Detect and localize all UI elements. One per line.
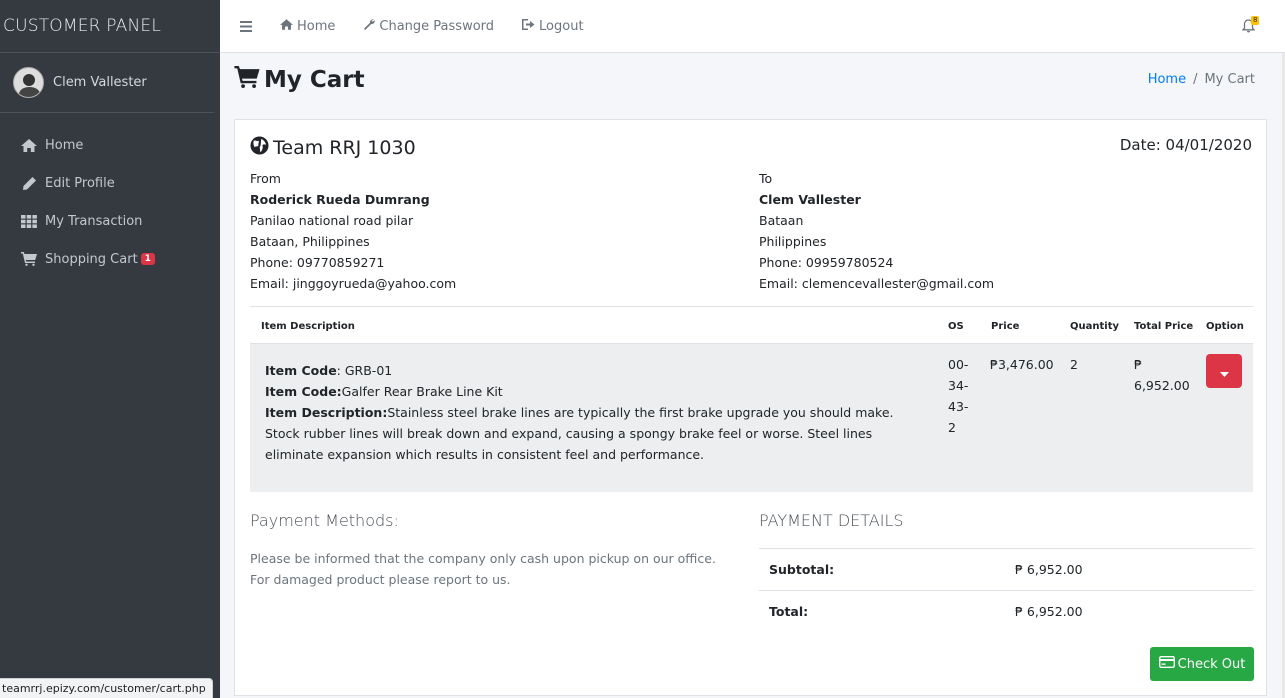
- column-header-os: OS: [948, 321, 964, 332]
- subtotal-label: Subtotal:: [769, 562, 835, 577]
- invoice-card: Team RRJ 1030 Date: 04/01/2020 From Rode…: [234, 119, 1267, 696]
- item-name-value: Galfer Rear Brake Line Kit: [341, 384, 503, 399]
- nav-home-label: Home: [297, 18, 336, 34]
- invoice-date: Date: 04/01/2020: [1119, 136, 1252, 154]
- nav-logout-label: Logout: [539, 18, 584, 34]
- subtotal-row: Subtotal: ₱ 6,952.00: [759, 548, 1253, 590]
- from-address-line1: Panilao national road pilar: [250, 213, 414, 228]
- page-title-text: My Cart: [264, 67, 365, 93]
- to-address: To Clem Vallester Bataan Philippines Pho…: [759, 168, 994, 294]
- invoice-title-text: Team RRJ 1030: [273, 137, 416, 159]
- nav-logout-link[interactable]: Logout: [522, 18, 584, 34]
- column-header-price: Price: [991, 321, 1020, 332]
- wrench-icon: [363, 18, 379, 34]
- notification-badge: 8: [1251, 16, 1260, 25]
- from-address: From Roderick Rueda Dumrang Panilao nati…: [250, 168, 456, 294]
- sidebar-nav: Home Edit Profile My Transaction Shoppin…: [0, 113, 220, 278]
- column-header-option: Option: [1206, 321, 1244, 332]
- from-email: Email: jinggoyrueda@yahoo.com: [250, 276, 457, 291]
- item-name-label: Item Code:: [265, 384, 342, 399]
- nav-home-link[interactable]: Home: [280, 19, 335, 34]
- sidebar-item-label: My Transaction: [45, 213, 143, 229]
- browser-status-bar: teamrrj.epizy.com/customer/cart.php: [0, 678, 213, 698]
- table-row: Item Code: GRB-01 Item Code:Galfer Rear …: [250, 344, 1253, 492]
- payment-details-title: PAYMENT DETAILS: [759, 511, 904, 530]
- user-name[interactable]: Clem Vallester: [53, 75, 147, 90]
- nav-change-password-link[interactable]: Change Password: [363, 18, 494, 34]
- invoice-title: Team RRJ 1030: [250, 136, 416, 160]
- checkout-button[interactable]: Check Out: [1150, 647, 1254, 681]
- sidebar-item-edit-profile[interactable]: Edit Profile: [0, 164, 220, 202]
- cart-icon: [234, 66, 264, 94]
- breadcrumb-home-link[interactable]: Home: [1148, 72, 1186, 87]
- to-address-line1: Bataan: [759, 213, 804, 228]
- brand-title[interactable]: CUSTOMER PANEL: [0, 0, 220, 53]
- from-name: Roderick Rueda Dumrang: [250, 192, 430, 207]
- grid-icon: [20, 214, 38, 228]
- menu-toggle-icon[interactable]: [240, 17, 252, 36]
- column-header-total-price: Total Price: [1134, 321, 1194, 332]
- item-code-label: Item Code: [265, 363, 337, 378]
- cart-table-header: Item Description OS Price Quantity Total…: [250, 306, 1253, 344]
- column-header-quantity: Quantity: [1070, 321, 1119, 332]
- item-quantity-cell: 2: [1070, 357, 1078, 372]
- breadcrumb: Home / My Cart: [1148, 72, 1255, 87]
- column-header-item-description: Item Description: [261, 321, 355, 332]
- breadcrumb-separator: /: [1193, 72, 1198, 87]
- to-phone: Phone: 09959780524: [759, 255, 894, 270]
- payment-methods-text: Please be informed that the company only…: [250, 551, 716, 587]
- option-dropdown-button[interactable]: [1206, 354, 1242, 388]
- pencil-icon: [20, 176, 38, 191]
- sidebar-item-label: Home: [45, 137, 84, 153]
- user-panel[interactable]: Clem Vallester: [0, 53, 214, 113]
- item-description-cell: Item Code: GRB-01 Item Code:Galfer Rear …: [265, 360, 895, 465]
- item-code-value: : GRB-01: [336, 363, 393, 378]
- sidebar-item-shopping-cart[interactable]: Shopping Cart 1: [0, 240, 220, 278]
- cart-icon: [20, 252, 38, 266]
- item-os-cell: 00-34-43-2: [948, 357, 969, 435]
- sidebar-item-home[interactable]: Home: [0, 126, 220, 164]
- from-address-line2: Bataan, Philippines: [250, 234, 370, 249]
- sidebar-item-label: Shopping Cart: [45, 251, 138, 267]
- page-title: My Cart: [234, 66, 365, 94]
- globe-icon: [250, 136, 273, 160]
- item-price-cell: ₱3,476.00: [990, 357, 1054, 372]
- item-total-cell: ₱ 6,952.00: [1134, 357, 1190, 393]
- avatar[interactable]: [13, 67, 44, 98]
- sign-out-icon: [522, 18, 539, 34]
- sidebar-item-my-transaction[interactable]: My Transaction: [0, 202, 220, 240]
- home-icon: [20, 138, 38, 152]
- from-phone: Phone: 09770859271: [250, 255, 385, 270]
- item-desc-label: Item Description:: [265, 405, 388, 420]
- to-email: Email: clemencevallester@gmail.com: [759, 276, 995, 291]
- total-label: Total:: [769, 604, 809, 619]
- from-label: From: [250, 171, 281, 186]
- to-name: Clem Vallester: [759, 192, 861, 207]
- caret-down-icon: [1219, 362, 1229, 381]
- home-icon: [280, 18, 297, 34]
- total-value: ₱ 6,952.00: [1015, 604, 1083, 619]
- sidebar: CUSTOMER PANEL Clem Vallester Home Edit …: [0, 0, 220, 698]
- top-navbar: Home Change Password Logout 8: [220, 0, 1285, 53]
- notifications-button[interactable]: 8: [1241, 16, 1260, 37]
- cart-count-badge: 1: [140, 253, 155, 265]
- credit-card-icon: [1158, 655, 1178, 672]
- payment-methods-title: Payment Methods:: [250, 511, 399, 530]
- sidebar-item-label: Edit Profile: [45, 175, 115, 191]
- nav-change-password-label: Change Password: [379, 18, 495, 34]
- total-row: Total: ₱ 6,952.00: [759, 590, 1253, 632]
- to-label: To: [759, 171, 773, 186]
- checkout-label: Check Out: [1177, 656, 1246, 672]
- subtotal-value: ₱ 6,952.00: [1015, 562, 1083, 577]
- breadcrumb-current: My Cart: [1204, 72, 1255, 87]
- to-address-line2: Philippines: [759, 234, 827, 249]
